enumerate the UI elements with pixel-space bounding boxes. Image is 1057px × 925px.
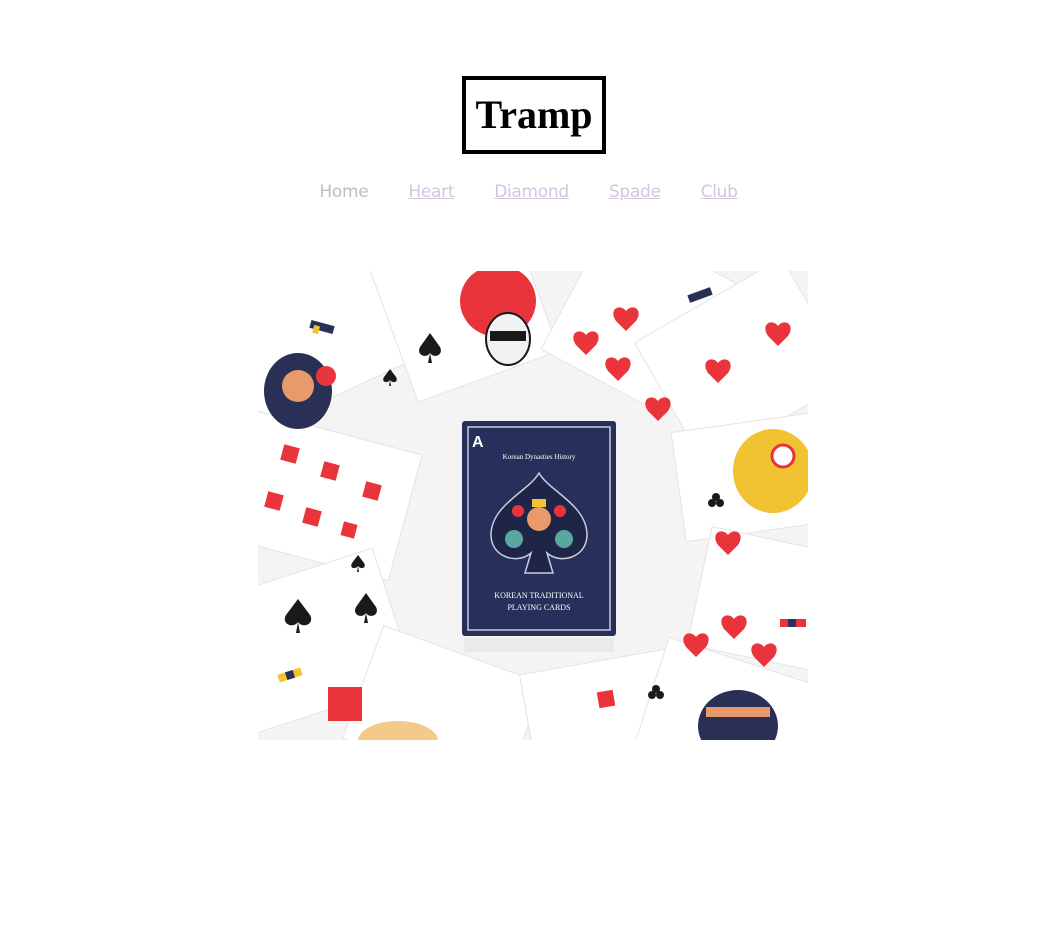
main-nav: Home Heart Diamond Spade Club bbox=[0, 182, 1057, 202]
nav-item-home[interactable]: Home bbox=[319, 182, 368, 202]
deck-header-text: Korean Dynasties History bbox=[503, 453, 576, 461]
deck-box: A Korean Dynasties History KOREAN TRADIT… bbox=[462, 421, 616, 652]
playing-cards-photo: A Korean Dynasties History KOREAN TRADIT… bbox=[258, 271, 808, 740]
deck-corner-letter: A bbox=[472, 434, 484, 451]
site-logo[interactable]: Tramp bbox=[462, 76, 606, 154]
nav-item-spade[interactable]: Spade bbox=[609, 182, 661, 202]
nav-item-heart[interactable]: Heart bbox=[408, 182, 454, 202]
nav-item-diamond[interactable]: Diamond bbox=[494, 182, 569, 202]
site-title: Tramp bbox=[475, 92, 593, 137]
deck-title-line1: KOREAN TRADITIONAL bbox=[494, 591, 584, 600]
nav-item-club[interactable]: Club bbox=[701, 182, 738, 202]
hero-image: A Korean Dynasties History KOREAN TRADIT… bbox=[258, 271, 808, 740]
deck-title-line2: PLAYING CARDS bbox=[507, 603, 570, 612]
